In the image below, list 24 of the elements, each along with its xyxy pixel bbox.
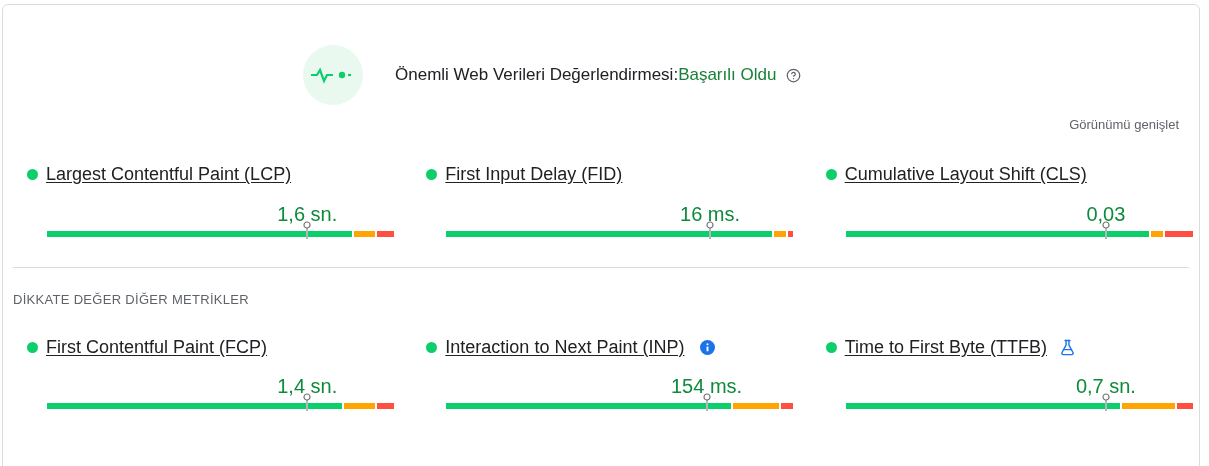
pulse-icon [303,45,363,105]
marker-pin [706,220,715,239]
section-heading: DİKKATE DEĞER DİĞER METRİKLER [13,290,249,309]
info-icon[interactable] [700,339,716,355]
metric-value: 0,03 [1086,201,1126,227]
metric-value: 1,4 sn. [277,374,338,399]
help-icon[interactable] [786,67,802,83]
metric-link[interactable]: Largest Contentful Paint (LCP) [46,161,292,188]
marker-pin [1101,393,1110,411]
metric-value: 0,7 sn. [1075,374,1136,399]
metric-value: 154 ms. [671,374,743,399]
marker-pin [702,393,711,411]
expand-view-link[interactable]: Görünümü genişlet [1069,115,1179,135]
metric-value: 1,6 sn. [277,201,338,227]
assessment-result: Başarılı Oldu [678,64,777,87]
metric-link[interactable]: First Input Delay (FID) [445,161,623,188]
marker-pin [303,393,312,411]
metric-link[interactable]: Interaction to Next Paint (INP) [445,333,685,361]
marker-pin [303,220,312,239]
assessment-title: Önemli Web Verileri Değerlendirmesi: [395,64,679,87]
metric-value: 16 ms. [680,201,741,227]
metric-link[interactable]: Time to First Byte (TTFB) [844,333,1047,361]
metric-link[interactable]: First Contentful Paint (FCP) [46,333,268,361]
metric-link[interactable]: Cumulative Layout Shift (CLS) [844,161,1087,188]
